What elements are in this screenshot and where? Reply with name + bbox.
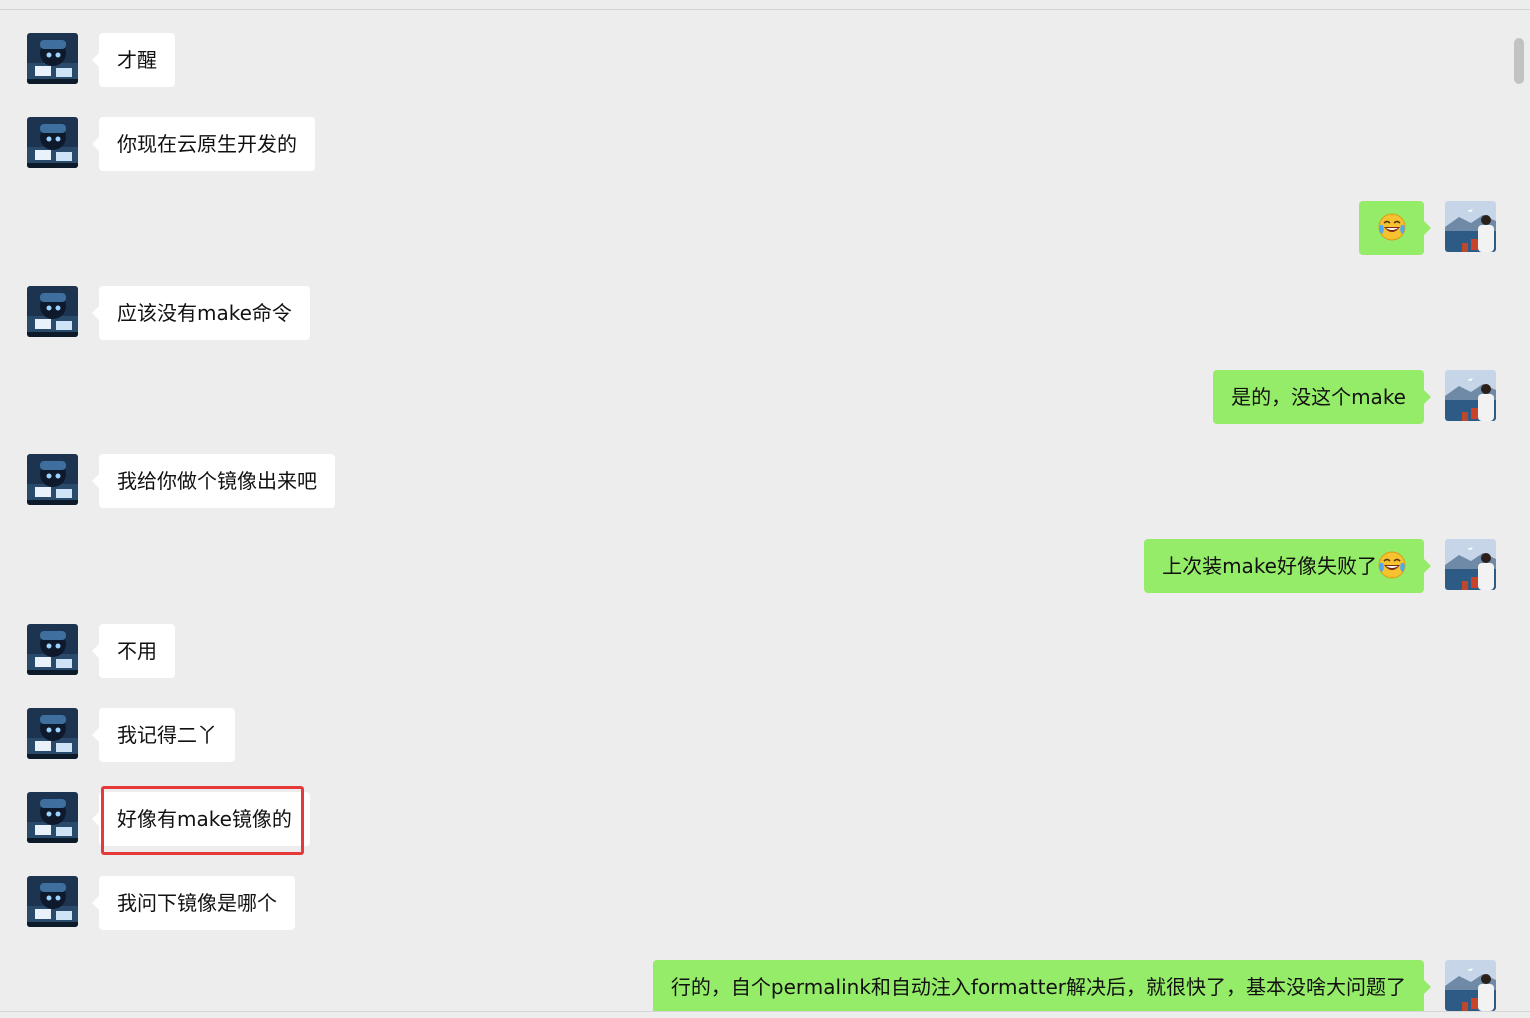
message-text: 应该没有make命令 — [117, 301, 292, 325]
outgoing-message-bubble[interactable]: 上次装make好像失败了 — [1144, 539, 1431, 593]
chat-scrollbar[interactable] — [1514, 38, 1524, 84]
window-bottom-border — [0, 1011, 1530, 1018]
message-row: 我给你做个镜像出来吧 — [0, 454, 1530, 508]
message-row: 应该没有make命令 — [0, 286, 1530, 340]
outgoing-message-bubble[interactable]: 行的，自个permalink和自动注入formatter解决后，就很快了，基本没… — [652, 960, 1432, 1011]
contact-avatar-icon[interactable] — [27, 454, 78, 505]
self-avatar-icon[interactable] — [1445, 960, 1496, 1011]
contact-avatar-icon[interactable] — [27, 708, 78, 759]
message-row: 才醒 — [0, 33, 1530, 87]
message-row: 我记得二丫 — [0, 708, 1530, 762]
incoming-message-bubble[interactable]: 不用 — [92, 624, 175, 678]
self-avatar-icon[interactable] — [1445, 370, 1496, 421]
message-text: 是的，没这个make — [1231, 385, 1406, 409]
contact-avatar-icon[interactable] — [27, 792, 78, 843]
message-text: 才醒 — [117, 48, 157, 72]
message-row: 是的，没这个make — [0, 370, 1530, 424]
contact-avatar-icon[interactable] — [27, 624, 78, 675]
message-text: 行的，自个permalink和自动注入formatter解决后，就很快了，基本没… — [670, 975, 1406, 999]
message-text: 不用 — [117, 639, 157, 663]
incoming-message-bubble[interactable]: 好像有make镜像的 — [92, 792, 310, 846]
chat-message-list[interactable]: 才醒 你现在云原生开发的 应该没有make命令 是的，没这个make 我给你做个… — [0, 0, 1530, 1011]
laughing-tears-emoji-icon — [1378, 213, 1406, 241]
contact-avatar-icon[interactable] — [27, 117, 78, 168]
contact-avatar-icon[interactable] — [27, 876, 78, 927]
message-row — [0, 201, 1530, 255]
laughing-tears-emoji-icon — [1378, 551, 1406, 579]
outgoing-message-bubble[interactable] — [1359, 201, 1431, 255]
incoming-message-bubble[interactable]: 我记得二丫 — [92, 708, 235, 762]
message-text: 上次装make好像失败了 — [1162, 554, 1377, 578]
incoming-message-bubble[interactable]: 应该没有make命令 — [92, 286, 310, 340]
incoming-message-bubble[interactable]: 我问下镜像是哪个 — [92, 876, 295, 930]
message-text: 好像有make镜像的 — [117, 807, 292, 831]
message-text: 你现在云原生开发的 — [117, 132, 297, 156]
contact-avatar-icon[interactable] — [27, 286, 78, 337]
incoming-message-bubble[interactable]: 才醒 — [92, 33, 175, 87]
message-row: 我问下镜像是哪个 — [0, 876, 1530, 930]
self-avatar-icon[interactable] — [1445, 539, 1496, 590]
self-avatar-icon[interactable] — [1445, 201, 1496, 252]
contact-avatar-icon[interactable] — [27, 33, 78, 84]
message-row: 行的，自个permalink和自动注入formatter解决后，就很快了，基本没… — [0, 960, 1530, 1011]
incoming-message-bubble[interactable]: 我给你做个镜像出来吧 — [92, 454, 335, 508]
message-row: 好像有make镜像的 — [0, 792, 1530, 846]
message-row: 你现在云原生开发的 — [0, 117, 1530, 171]
incoming-message-bubble[interactable]: 你现在云原生开发的 — [92, 117, 315, 171]
message-row: 上次装make好像失败了 — [0, 539, 1530, 593]
message-text: 我记得二丫 — [117, 723, 217, 747]
message-text: 我给你做个镜像出来吧 — [117, 469, 317, 493]
outgoing-message-bubble[interactable]: 是的，没这个make — [1213, 370, 1431, 424]
message-text: 我问下镜像是哪个 — [117, 891, 277, 915]
message-row: 不用 — [0, 624, 1530, 678]
